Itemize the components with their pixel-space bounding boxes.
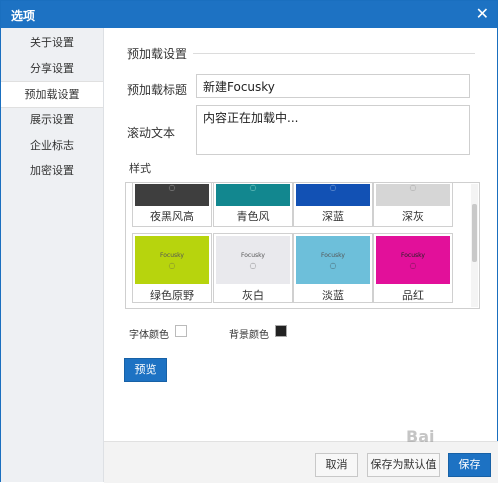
preview-button[interactable]: 预览 xyxy=(124,358,167,382)
loading-icon: ◌ xyxy=(409,183,417,192)
style-swatch: ◌ xyxy=(135,184,209,206)
style-swatch: ◌ xyxy=(216,184,290,206)
watermark: Bai xyxy=(406,427,435,446)
style-name: 夜黑风高 xyxy=(150,210,194,223)
preload-title-input[interactable]: 新建Focusky xyxy=(196,74,470,98)
font-color-picker[interactable] xyxy=(175,325,187,337)
style-swatch: Focusky ◌ xyxy=(135,236,209,284)
sidebar-item-preload[interactable]: 预加载设置 xyxy=(1,81,103,108)
style-name: 品红 xyxy=(402,289,424,302)
style-gallery[interactable]: ◌ 夜黑风高 ◌ 青色风 ◌ 深蓝 ◌ 深灰 Focusky ◌ 绿色原野 Fo… xyxy=(125,182,480,309)
style-brand: Focusky xyxy=(241,252,265,259)
bg-color-picker[interactable] xyxy=(275,325,287,337)
cancel-button[interactable]: 取消 xyxy=(315,453,358,477)
style-thumb-cyan[interactable]: ◌ 青色风 xyxy=(213,183,293,227)
style-brand: Focusky xyxy=(321,252,345,259)
save-button[interactable]: 保存 xyxy=(448,453,491,477)
style-thumb-lightblue[interactable]: Focusky ◌ 淡蓝 xyxy=(293,233,373,303)
section-divider xyxy=(193,53,475,54)
sidebar-item-display[interactable]: 展示设置 xyxy=(1,107,103,132)
style-brand: Focusky xyxy=(401,252,425,259)
loading-icon: ◌ xyxy=(168,261,176,270)
style-name: 绿色原野 xyxy=(150,289,194,302)
style-name: 深蓝 xyxy=(322,210,344,223)
style-name: 灰白 xyxy=(242,289,264,302)
sidebar-item-logo[interactable]: 企业标志 xyxy=(1,133,103,158)
loading-icon: ◌ xyxy=(168,183,176,192)
style-brand: Focusky xyxy=(160,252,184,259)
scroll-text-input[interactable]: 内容正在加载中... xyxy=(196,105,470,155)
style-label: 样式 xyxy=(129,162,151,175)
style-swatch: Focusky ◌ xyxy=(376,236,450,284)
sidebar-item-about[interactable]: 关于设置 xyxy=(1,30,103,55)
section-title: 预加载设置 xyxy=(127,47,188,61)
style-thumb-darkgray[interactable]: ◌ 深灰 xyxy=(373,183,453,227)
loading-icon: ◌ xyxy=(409,261,417,270)
style-swatch: Focusky ◌ xyxy=(216,236,290,284)
title-bar: 选项 ✕ xyxy=(1,1,497,28)
style-thumb-deepblue[interactable]: ◌ 深蓝 xyxy=(293,183,373,227)
gallery-scrollbar-thumb[interactable] xyxy=(472,204,477,262)
options-dialog: 选项 ✕ 关于设置 分享设置 预加载设置 展示设置 企业标志 加密设置 预加载设… xyxy=(0,0,498,483)
loading-icon: ◌ xyxy=(249,183,257,192)
style-name: 青色风 xyxy=(236,210,270,223)
window-title: 选项 xyxy=(11,9,36,23)
style-swatch: Focusky ◌ xyxy=(296,236,370,284)
loading-icon: ◌ xyxy=(329,183,337,192)
save-as-default-button[interactable]: 保存为默认值 xyxy=(367,453,440,477)
style-thumb-graywhite[interactable]: Focusky ◌ 灰白 xyxy=(213,233,293,303)
style-swatch: ◌ xyxy=(296,184,370,206)
style-thumb-magenta[interactable]: Focusky ◌ 品红 xyxy=(373,233,453,303)
style-swatch: ◌ xyxy=(376,184,450,206)
scroll-text-label: 滚动文本 xyxy=(127,126,176,140)
loading-icon: ◌ xyxy=(329,261,337,270)
preload-title-label: 预加载标题 xyxy=(127,83,188,97)
gallery-scrollbar[interactable] xyxy=(471,184,478,307)
style-thumb-greenfield[interactable]: Focusky ◌ 绿色原野 xyxy=(132,233,212,303)
sidebar-item-encryption[interactable]: 加密设置 xyxy=(1,158,103,183)
sidebar: 关于设置 分享设置 预加载设置 展示设置 企业标志 加密设置 xyxy=(1,28,104,482)
style-name: 深灰 xyxy=(402,210,424,223)
loading-icon: ◌ xyxy=(249,261,257,270)
bg-color-label: 背景颜色 xyxy=(229,330,269,341)
close-icon[interactable]: ✕ xyxy=(476,4,489,24)
style-thumb-night[interactable]: ◌ 夜黑风高 xyxy=(132,183,212,227)
font-color-label: 字体颜色 xyxy=(129,330,169,341)
sidebar-item-share[interactable]: 分享设置 xyxy=(1,56,103,81)
style-name: 淡蓝 xyxy=(322,289,344,302)
